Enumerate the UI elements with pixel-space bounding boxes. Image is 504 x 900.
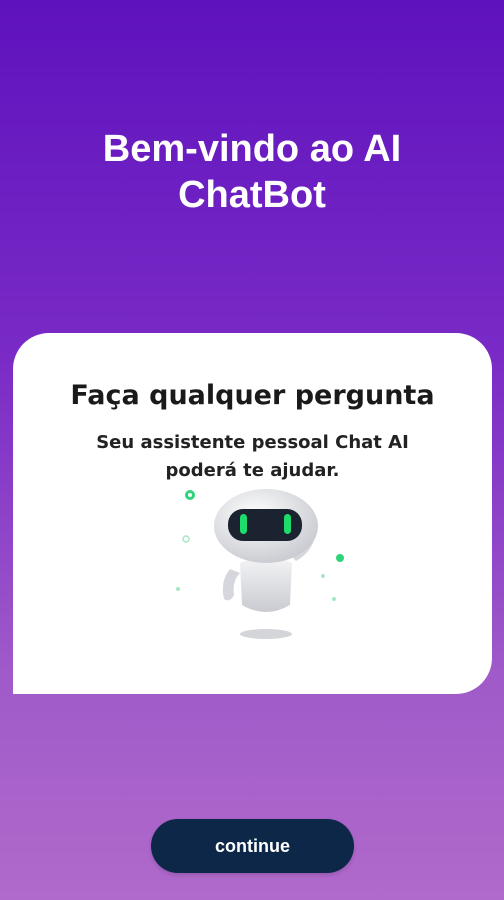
welcome-screen: Bem-vindo ao AI ChatBot Faça qualquer pe…: [0, 0, 504, 900]
robot-icon: [176, 489, 344, 639]
sparkle-dot-icon: [336, 554, 344, 562]
card-subtitle: Seu assistente pessoal Chat AI poderá te…: [53, 429, 452, 485]
sparkle-dot-icon: [332, 597, 336, 601]
continue-button[interactable]: continue: [151, 819, 354, 873]
welcome-title: Bem-vindo ao AI ChatBot: [0, 126, 504, 218]
gear-sparkle-icon: [185, 490, 195, 500]
sparkle-dot-icon: [321, 574, 325, 578]
sparkle-dot-icon: [176, 587, 180, 591]
welcome-title-line1: Bem-vindo ao AI: [102, 128, 402, 170]
card-heading: Faça qualquer pergunta: [70, 380, 435, 411]
welcome-title-line2: ChatBot: [178, 174, 326, 216]
card-subtitle-line1: Seu assistente pessoal Chat AI: [96, 432, 409, 453]
sparkle-dot-icon: [182, 535, 190, 543]
intro-card: Faça qualquer pergunta Seu assistente pe…: [13, 333, 492, 694]
